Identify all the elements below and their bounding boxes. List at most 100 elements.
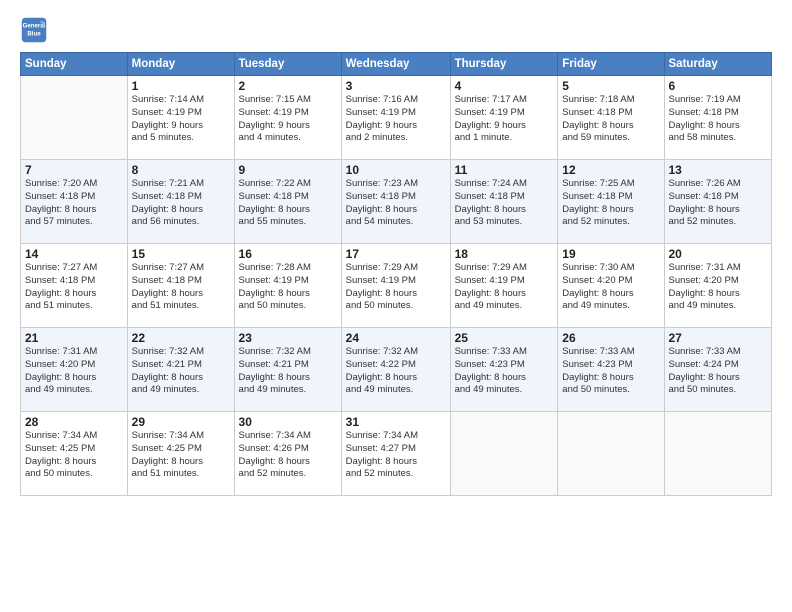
- day-info: Sunrise: 7:29 AMSunset: 4:19 PMDaylight:…: [455, 262, 554, 313]
- day-info: Sunrise: 7:15 AMSunset: 4:19 PMDaylight:…: [239, 94, 337, 145]
- svg-text:Blue: Blue: [27, 30, 41, 37]
- day-number: 29: [132, 415, 230, 429]
- day-number: 24: [346, 331, 446, 345]
- day-number: 22: [132, 331, 230, 345]
- calendar-week-row: 14Sunrise: 7:27 AMSunset: 4:18 PMDayligh…: [21, 244, 772, 328]
- day-info: Sunrise: 7:23 AMSunset: 4:18 PMDaylight:…: [346, 178, 446, 229]
- day-info: Sunrise: 7:34 AMSunset: 4:27 PMDaylight:…: [346, 430, 446, 481]
- calendar-cell: 11Sunrise: 7:24 AMSunset: 4:18 PMDayligh…: [450, 160, 558, 244]
- weekday-header-friday: Friday: [558, 53, 664, 76]
- day-info: Sunrise: 7:33 AMSunset: 4:24 PMDaylight:…: [669, 346, 768, 397]
- day-info: Sunrise: 7:20 AMSunset: 4:18 PMDaylight:…: [25, 178, 123, 229]
- day-number: 11: [455, 163, 554, 177]
- calendar-cell: 17Sunrise: 7:29 AMSunset: 4:19 PMDayligh…: [341, 244, 450, 328]
- day-number: 3: [346, 79, 446, 93]
- calendar-cell: 31Sunrise: 7:34 AMSunset: 4:27 PMDayligh…: [341, 412, 450, 496]
- calendar-cell: 6Sunrise: 7:19 AMSunset: 4:18 PMDaylight…: [664, 76, 772, 160]
- day-number: 16: [239, 247, 337, 261]
- day-info: Sunrise: 7:22 AMSunset: 4:18 PMDaylight:…: [239, 178, 337, 229]
- day-info: Sunrise: 7:19 AMSunset: 4:18 PMDaylight:…: [669, 94, 768, 145]
- calendar-cell: 13Sunrise: 7:26 AMSunset: 4:18 PMDayligh…: [664, 160, 772, 244]
- calendar-cell: 28Sunrise: 7:34 AMSunset: 4:25 PMDayligh…: [21, 412, 128, 496]
- calendar-cell: 27Sunrise: 7:33 AMSunset: 4:24 PMDayligh…: [664, 328, 772, 412]
- day-number: 2: [239, 79, 337, 93]
- calendar-cell: 22Sunrise: 7:32 AMSunset: 4:21 PMDayligh…: [127, 328, 234, 412]
- weekday-header-saturday: Saturday: [664, 53, 772, 76]
- day-number: 17: [346, 247, 446, 261]
- calendar-cell: 8Sunrise: 7:21 AMSunset: 4:18 PMDaylight…: [127, 160, 234, 244]
- day-info: Sunrise: 7:34 AMSunset: 4:26 PMDaylight:…: [239, 430, 337, 481]
- day-info: Sunrise: 7:34 AMSunset: 4:25 PMDaylight:…: [25, 430, 123, 481]
- weekday-header-wednesday: Wednesday: [341, 53, 450, 76]
- calendar-cell: 2Sunrise: 7:15 AMSunset: 4:19 PMDaylight…: [234, 76, 341, 160]
- day-number: 13: [669, 163, 768, 177]
- day-info: Sunrise: 7:18 AMSunset: 4:18 PMDaylight:…: [562, 94, 659, 145]
- day-number: 19: [562, 247, 659, 261]
- day-info: Sunrise: 7:16 AMSunset: 4:19 PMDaylight:…: [346, 94, 446, 145]
- calendar-week-row: 21Sunrise: 7:31 AMSunset: 4:20 PMDayligh…: [21, 328, 772, 412]
- calendar-cell: 4Sunrise: 7:17 AMSunset: 4:19 PMDaylight…: [450, 76, 558, 160]
- page: General Blue SundayMondayTuesdayWednesda…: [0, 0, 792, 612]
- calendar-cell: 1Sunrise: 7:14 AMSunset: 4:19 PMDaylight…: [127, 76, 234, 160]
- calendar-cell: 7Sunrise: 7:20 AMSunset: 4:18 PMDaylight…: [21, 160, 128, 244]
- weekday-header-row: SundayMondayTuesdayWednesdayThursdayFrid…: [21, 53, 772, 76]
- calendar-cell: 3Sunrise: 7:16 AMSunset: 4:19 PMDaylight…: [341, 76, 450, 160]
- day-info: Sunrise: 7:26 AMSunset: 4:18 PMDaylight:…: [669, 178, 768, 229]
- weekday-header-sunday: Sunday: [21, 53, 128, 76]
- day-number: 14: [25, 247, 123, 261]
- calendar-week-row: 1Sunrise: 7:14 AMSunset: 4:19 PMDaylight…: [21, 76, 772, 160]
- day-number: 7: [25, 163, 123, 177]
- day-number: 8: [132, 163, 230, 177]
- calendar-cell: 5Sunrise: 7:18 AMSunset: 4:18 PMDaylight…: [558, 76, 664, 160]
- day-number: 15: [132, 247, 230, 261]
- calendar-cell: [664, 412, 772, 496]
- day-number: 18: [455, 247, 554, 261]
- day-number: 12: [562, 163, 659, 177]
- day-number: 9: [239, 163, 337, 177]
- day-info: Sunrise: 7:30 AMSunset: 4:20 PMDaylight:…: [562, 262, 659, 313]
- calendar-cell: 29Sunrise: 7:34 AMSunset: 4:25 PMDayligh…: [127, 412, 234, 496]
- day-info: Sunrise: 7:28 AMSunset: 4:19 PMDaylight:…: [239, 262, 337, 313]
- day-info: Sunrise: 7:14 AMSunset: 4:19 PMDaylight:…: [132, 94, 230, 145]
- day-number: 25: [455, 331, 554, 345]
- day-number: 10: [346, 163, 446, 177]
- weekday-header-tuesday: Tuesday: [234, 53, 341, 76]
- day-number: 31: [346, 415, 446, 429]
- day-number: 21: [25, 331, 123, 345]
- day-info: Sunrise: 7:27 AMSunset: 4:18 PMDaylight:…: [132, 262, 230, 313]
- day-number: 30: [239, 415, 337, 429]
- calendar-cell: 18Sunrise: 7:29 AMSunset: 4:19 PMDayligh…: [450, 244, 558, 328]
- weekday-header-thursday: Thursday: [450, 53, 558, 76]
- day-info: Sunrise: 7:33 AMSunset: 4:23 PMDaylight:…: [562, 346, 659, 397]
- logo-icon: General Blue: [20, 16, 48, 44]
- day-info: Sunrise: 7:34 AMSunset: 4:25 PMDaylight:…: [132, 430, 230, 481]
- calendar-cell: [21, 76, 128, 160]
- header: General Blue: [20, 16, 772, 44]
- calendar-cell: 20Sunrise: 7:31 AMSunset: 4:20 PMDayligh…: [664, 244, 772, 328]
- calendar-cell: 16Sunrise: 7:28 AMSunset: 4:19 PMDayligh…: [234, 244, 341, 328]
- day-number: 4: [455, 79, 554, 93]
- day-info: Sunrise: 7:31 AMSunset: 4:20 PMDaylight:…: [669, 262, 768, 313]
- weekday-header-monday: Monday: [127, 53, 234, 76]
- calendar-cell: 30Sunrise: 7:34 AMSunset: 4:26 PMDayligh…: [234, 412, 341, 496]
- calendar-cell: 15Sunrise: 7:27 AMSunset: 4:18 PMDayligh…: [127, 244, 234, 328]
- calendar-cell: 10Sunrise: 7:23 AMSunset: 4:18 PMDayligh…: [341, 160, 450, 244]
- day-info: Sunrise: 7:32 AMSunset: 4:21 PMDaylight:…: [132, 346, 230, 397]
- day-info: Sunrise: 7:27 AMSunset: 4:18 PMDaylight:…: [25, 262, 123, 313]
- calendar-cell: 19Sunrise: 7:30 AMSunset: 4:20 PMDayligh…: [558, 244, 664, 328]
- day-number: 1: [132, 79, 230, 93]
- day-number: 20: [669, 247, 768, 261]
- day-number: 5: [562, 79, 659, 93]
- day-info: Sunrise: 7:24 AMSunset: 4:18 PMDaylight:…: [455, 178, 554, 229]
- day-number: 23: [239, 331, 337, 345]
- calendar-cell: 9Sunrise: 7:22 AMSunset: 4:18 PMDaylight…: [234, 160, 341, 244]
- day-info: Sunrise: 7:32 AMSunset: 4:22 PMDaylight:…: [346, 346, 446, 397]
- day-number: 6: [669, 79, 768, 93]
- calendar: SundayMondayTuesdayWednesdayThursdayFrid…: [20, 52, 772, 496]
- calendar-week-row: 28Sunrise: 7:34 AMSunset: 4:25 PMDayligh…: [21, 412, 772, 496]
- calendar-cell: 12Sunrise: 7:25 AMSunset: 4:18 PMDayligh…: [558, 160, 664, 244]
- calendar-cell: [450, 412, 558, 496]
- day-info: Sunrise: 7:32 AMSunset: 4:21 PMDaylight:…: [239, 346, 337, 397]
- calendar-cell: [558, 412, 664, 496]
- calendar-cell: 23Sunrise: 7:32 AMSunset: 4:21 PMDayligh…: [234, 328, 341, 412]
